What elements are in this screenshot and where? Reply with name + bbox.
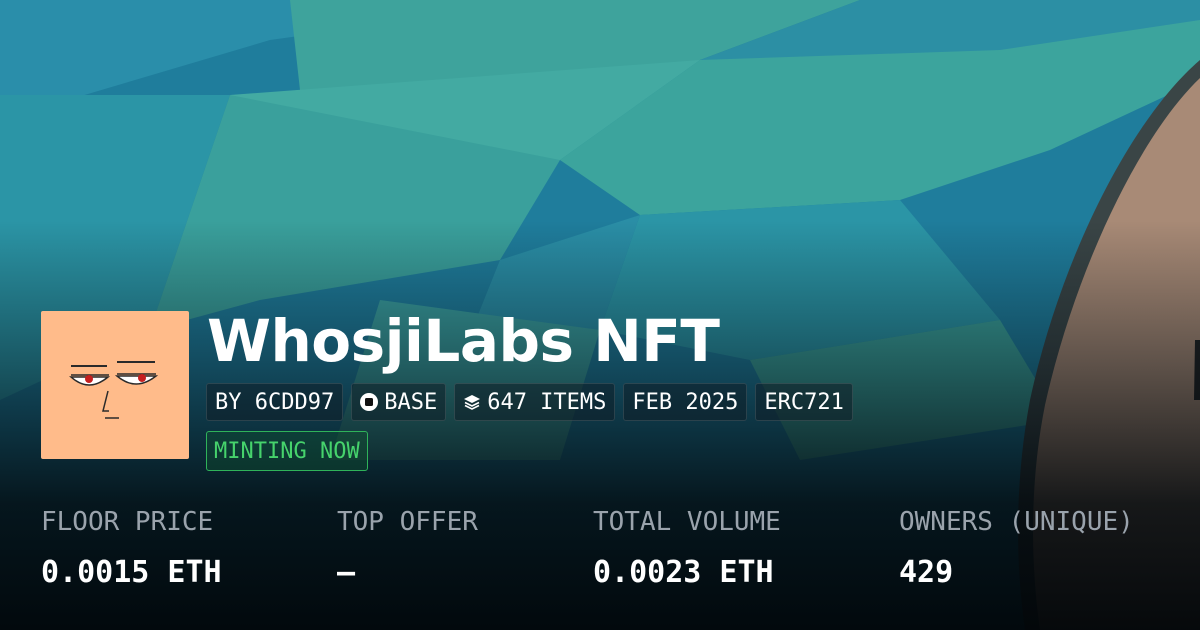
date-tag: FEB 2025: [623, 383, 748, 421]
stat-total-volume: TOTAL VOLUME 0.0023 ETH: [593, 505, 781, 591]
creator-tag[interactable]: BY 6CDD97: [206, 383, 344, 421]
minting-status-label: MINTING NOW: [214, 438, 360, 464]
floor-price-value: 0.0015 ETH: [41, 555, 222, 590]
total-volume-value: 0.0023 ETH: [593, 555, 774, 590]
collection-tags: BY 6CDD97 BASE 647 ITEMS FEB 2025 ERC721: [206, 383, 853, 421]
stat-floor-price: FLOOR PRICE 0.0015 ETH: [41, 505, 222, 591]
items-count: 647 ITEMS: [487, 389, 607, 415]
standard-tag: ERC721: [755, 383, 853, 421]
created-date: FEB 2025: [632, 389, 739, 415]
top-offer-value: —: [337, 555, 356, 590]
layers-icon: [463, 393, 481, 411]
base-chain-icon: [360, 393, 379, 411]
total-volume-label: TOTAL VOLUME: [593, 507, 781, 537]
collection-title: WhosjiLabs NFT: [207, 307, 720, 375]
stat-top-offer: TOP OFFER —: [337, 505, 478, 591]
floor-price-label: FLOOR PRICE: [41, 507, 214, 537]
minting-status-badge[interactable]: MINTING NOW: [206, 431, 368, 471]
top-offer-label: TOP OFFER: [337, 507, 478, 537]
stat-owners: OWNERS (UNIQUE) 429: [899, 505, 1134, 591]
owners-label: OWNERS (UNIQUE): [899, 507, 1134, 537]
items-tag: 647 ITEMS: [454, 383, 616, 421]
token-standard: ERC721: [764, 389, 844, 415]
creator-label: BY 6CDD97: [215, 389, 335, 415]
owners-value: 429: [899, 555, 954, 590]
chain-tag[interactable]: BASE: [351, 383, 447, 421]
collection-avatar: [41, 311, 189, 459]
chain-label: BASE: [384, 389, 438, 415]
